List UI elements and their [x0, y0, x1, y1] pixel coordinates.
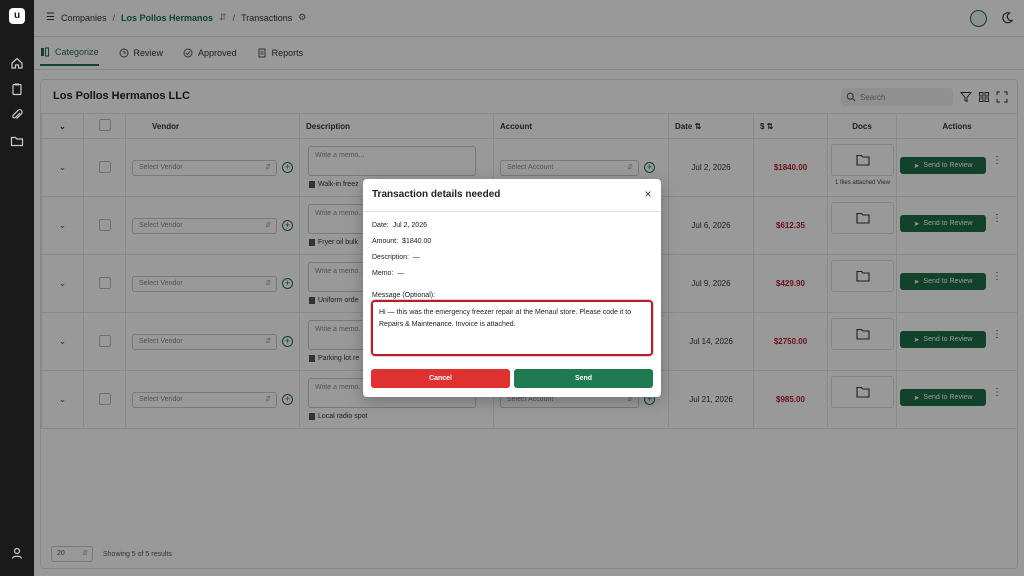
detail-description: Description: — [372, 254, 420, 261]
dialog-title: Transaction details needed [372, 189, 501, 200]
folder-icon[interactable] [10, 134, 24, 148]
app-logo[interactable]: u [9, 8, 25, 24]
detail-memo: Memo: — [372, 270, 404, 277]
transaction-details-dialog: Transaction details needed × Date: Jul 2,… [363, 179, 661, 397]
detail-value: — [397, 270, 405, 277]
user-icon[interactable] [10, 546, 24, 560]
detail-label: Amount: [372, 238, 399, 245]
cancel-button[interactable]: Cancel [371, 369, 510, 388]
detail-label: Date: [372, 222, 389, 229]
app-sidebar: u [0, 0, 34, 576]
home-icon[interactable] [10, 56, 24, 70]
detail-amount: Amount: $1840.00 [372, 238, 431, 245]
message-textarea[interactable]: Hi — this was the emergency freezer repa… [371, 300, 653, 356]
detail-value: Jul 2, 2026 [392, 222, 427, 229]
message-label: Message (Optional): [372, 292, 436, 299]
detail-date: Date: Jul 2, 2026 [372, 222, 427, 229]
divider [363, 211, 661, 212]
detail-label: Description: [372, 254, 409, 261]
detail-value: — [412, 254, 420, 261]
send-button[interactable]: Send [514, 369, 653, 388]
close-icon[interactable]: × [642, 188, 654, 200]
detail-label: Memo: [372, 270, 394, 277]
paperclip-icon[interactable] [10, 108, 24, 122]
detail-value: $1840.00 [402, 238, 432, 245]
clipboard-icon[interactable] [10, 82, 24, 96]
